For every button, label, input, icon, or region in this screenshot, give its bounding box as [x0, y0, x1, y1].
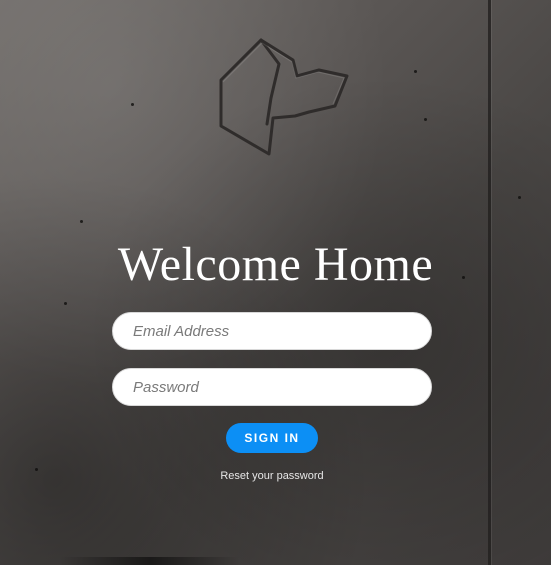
wall-pit — [414, 70, 417, 73]
reset-password-link[interactable]: Reset your password — [0, 470, 544, 482]
wall-pit — [424, 118, 427, 121]
sign-in-button[interactable]: SIGN IN — [226, 423, 318, 453]
wall-pit — [64, 302, 67, 305]
wall-pit — [518, 196, 521, 199]
page-title: Welcome Home — [117, 238, 434, 291]
dog-head-icon — [219, 38, 349, 156]
email-field[interactable] — [112, 312, 432, 350]
password-field[interactable] — [112, 368, 432, 406]
wall-pit — [131, 103, 134, 106]
wall-pit — [80, 220, 83, 223]
bottom-shadow — [60, 557, 240, 565]
